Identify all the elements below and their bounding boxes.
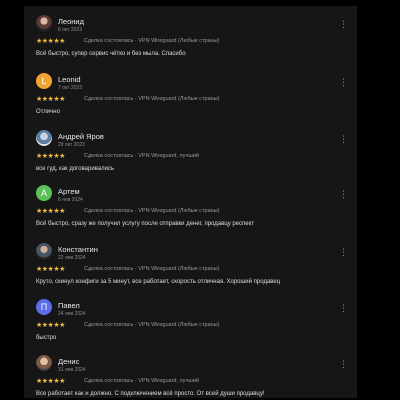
avatar[interactable]: A [36,185,52,201]
deal-info: Сделка состоялась · VPN Wireguard, лучши… [84,378,199,384]
reviews-panel: Леонид 6 окт 2023 ★★★★★ Сделка состоялас… [24,6,357,398]
reviewer-name[interactable]: Артем [58,187,80,196]
reviewer-name[interactable]: Константин [58,245,98,254]
review-date: 6 окт 2023 [58,27,82,33]
rating-stars: ★★★★★ [36,378,65,385]
avatar[interactable] [36,355,52,371]
review-text: быстро [36,335,57,341]
reviewer-name[interactable]: Леонид [58,17,84,26]
review-text: Всё быстро, супер сервис чётко и без мыл… [36,51,186,57]
review-date: 6 янв 2024 [58,197,83,203]
avatar[interactable]: L [36,73,52,89]
more-options-icon[interactable]: ⋮ [339,133,348,145]
review-date: 7 окт 2023 [58,85,82,91]
review-date: 29 окт 2023 [58,142,85,148]
deal-info: Сделка состоялась · VPN Wireguard (Любые… [84,266,220,272]
deal-info: Сделка состоялась · VPN Wireguard (Любые… [84,322,220,328]
rating-stars: ★★★★★ [36,38,65,45]
reviewer-name[interactable]: Павел [58,301,80,310]
review-card: Константин 22 янв 2024 ★★★★★ Сделка сост… [24,236,357,292]
review-date: 24 янв 2024 [58,311,86,317]
deal-info: Сделка состоялась · VPN Wireguard, лучши… [84,153,199,159]
avatar[interactable]: П [36,299,52,315]
review-text: все гуд, как договаривались [36,166,115,172]
more-options-icon[interactable]: ⋮ [339,76,348,88]
rating-stars: ★★★★★ [36,153,65,160]
review-text: Круто, скинул конфиги за 5 минут, все ра… [36,279,281,285]
avatar[interactable] [36,15,52,31]
review-text: Отлично [36,109,60,115]
reviewer-name[interactable]: Leonid [58,75,81,84]
more-options-icon[interactable]: ⋮ [339,246,348,258]
review-card: Денис 31 янв 2024 ★★★★★ Сделка состоялас… [24,348,357,398]
rating-stars: ★★★★★ [36,208,65,215]
review-date: 31 янв 2024 [58,367,86,373]
rating-stars: ★★★★★ [36,266,65,273]
rating-stars: ★★★★★ [36,322,65,329]
deal-info: Сделка состоялась · VPN Wireguard (Любые… [84,38,220,44]
more-options-icon[interactable]: ⋮ [339,188,348,200]
deal-info: Сделка состоялась · VPN Wireguard (Любые… [84,96,220,102]
review-card: П Павел 24 янв 2024 ★★★★★ Сделка состоял… [24,292,357,348]
review-text: Всё быстро, сразу же получил услугу посл… [36,221,255,227]
reviewer-name[interactable]: Андрей Яров [58,132,104,141]
review-card: A Артем 6 янв 2024 ★★★★★ Сделка состояла… [24,178,357,234]
more-options-icon[interactable]: ⋮ [339,18,348,30]
deal-info: Сделка состоялась · VPN Wireguard (Любые… [84,208,220,214]
avatar[interactable] [36,243,52,259]
review-card: L Leonid 7 окт 2023 ★★★★★ Сделка состоял… [24,66,357,122]
review-card: Андрей Яров 29 окт 2023 ★★★★★ Сделка сос… [24,123,357,179]
more-options-icon[interactable]: ⋮ [339,358,348,370]
review-card: Леонид 6 окт 2023 ★★★★★ Сделка состоялас… [24,8,357,64]
more-options-icon[interactable]: ⋮ [339,302,348,314]
rating-stars: ★★★★★ [36,96,65,103]
reviewer-name[interactable]: Денис [58,357,79,366]
review-text: Все работает как и должно. С подключение… [36,391,265,397]
avatar[interactable] [36,130,52,146]
review-date: 22 янв 2024 [58,255,86,261]
